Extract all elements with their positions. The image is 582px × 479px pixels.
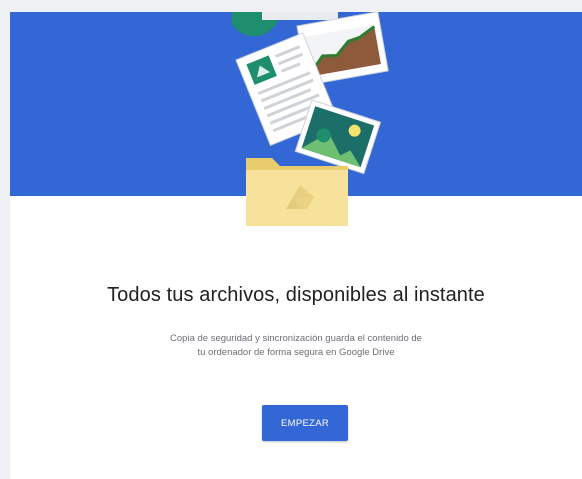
description-line-2: tu ordenador de forma segura en Google D… [197, 347, 395, 358]
start-button[interactable]: EMPEZAR [262, 405, 348, 441]
page-description: Copia de seguridad y sincronización guar… [10, 332, 582, 360]
description-line-1: Copia de seguridad y sincronización guar… [170, 333, 422, 344]
window-top-strip [0, 0, 582, 12]
google-drive-folder-icon [246, 158, 348, 226]
photo-icon [294, 99, 382, 175]
onboarding-window: Todos tus archivos, disponibles al insta… [10, 12, 582, 479]
files-illustration [232, 12, 389, 226]
page-headline: Todos tus archivos, disponibles al insta… [107, 284, 485, 306]
